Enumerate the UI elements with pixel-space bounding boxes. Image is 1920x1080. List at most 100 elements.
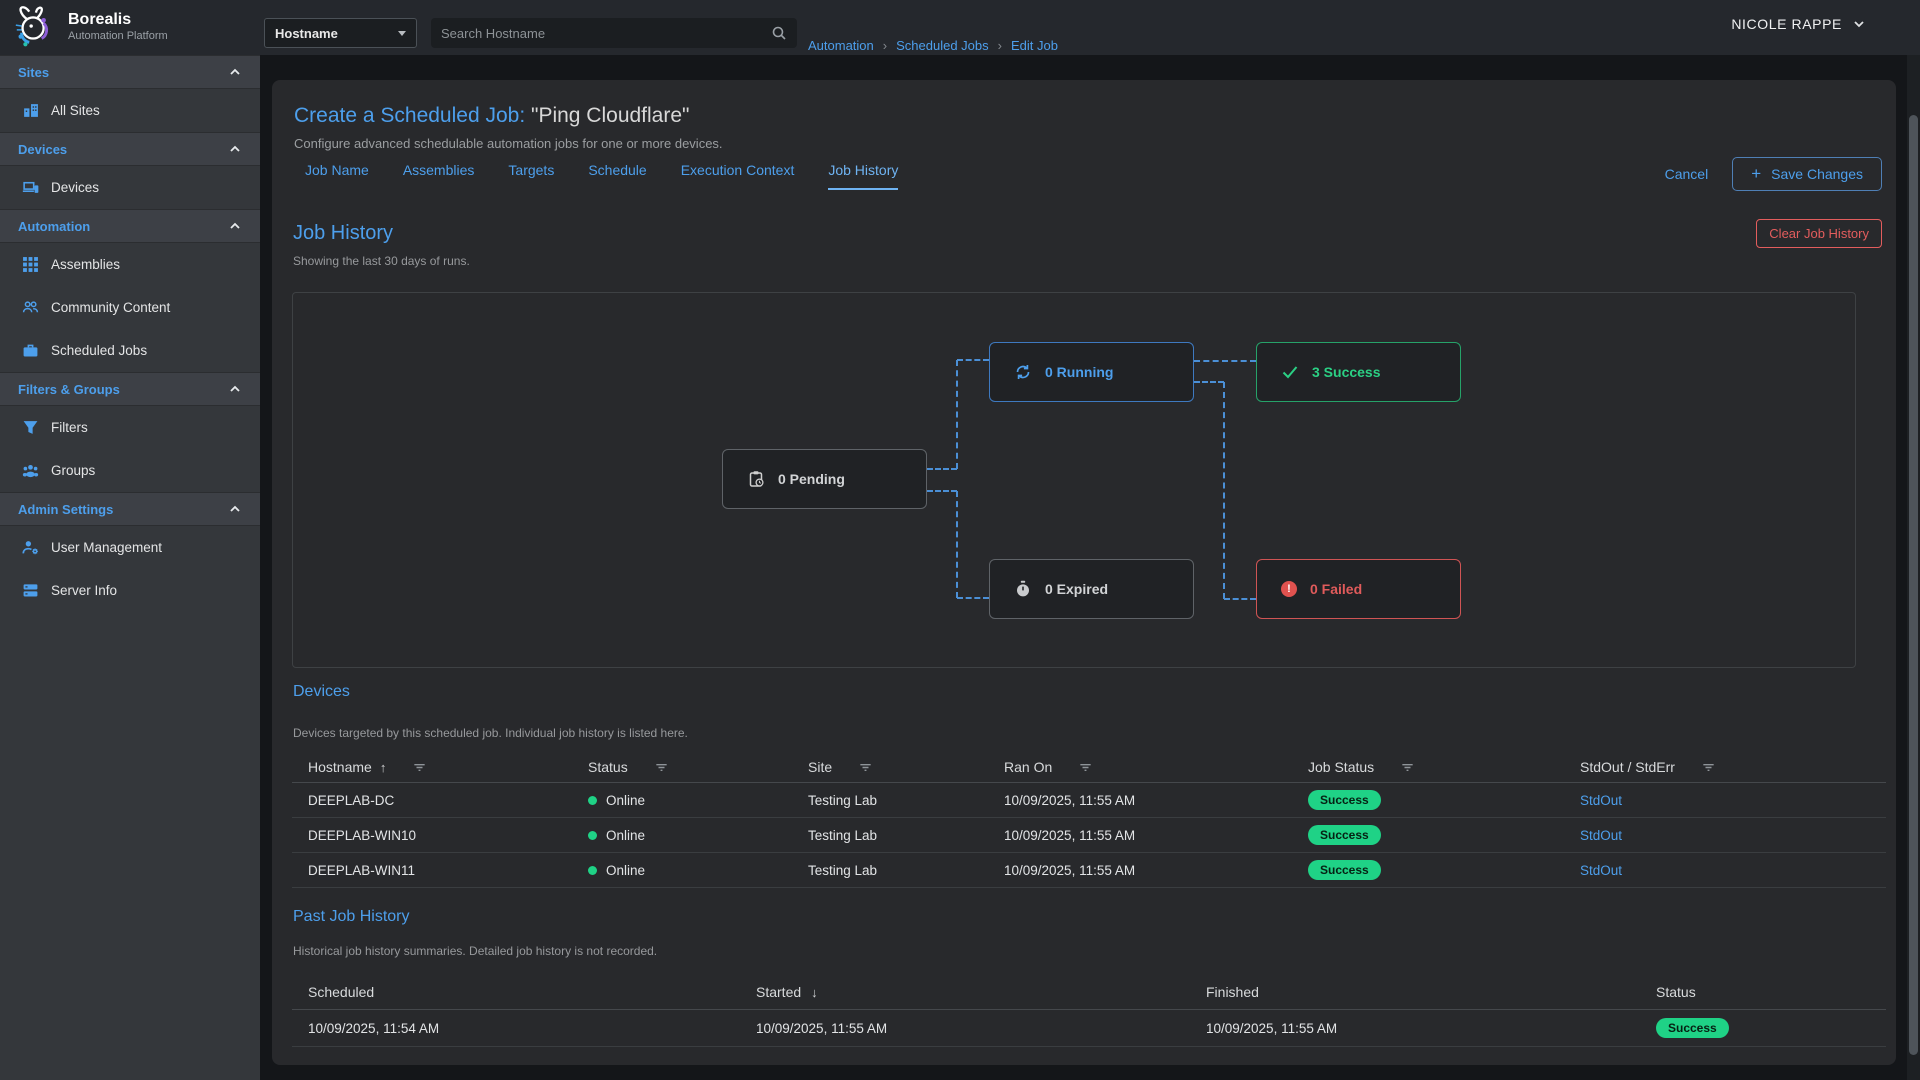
job-status-cell: Success [1292,860,1564,880]
column-header-status[interactable]: Status [1640,984,1886,1000]
briefcase-icon [22,342,39,359]
column-header-started[interactable]: Started ↓ [740,984,1190,1000]
brand-tagline: Automation Platform [68,29,168,43]
past-job-row: 10/09/2025, 11:54 AM 10/09/2025, 11:55 A… [292,1010,1886,1047]
filter-icon[interactable] [1078,760,1093,775]
devices-heading: Devices [293,683,350,701]
ran-on-cell: 10/09/2025, 11:55 AM [988,828,1292,843]
scrollbar-track[interactable] [1907,55,1920,1080]
sidebar-item-server-info[interactable]: Server Info [0,569,260,612]
column-header-job-status[interactable]: Job Status [1292,759,1564,775]
clear-job-history-button[interactable]: Clear Job History [1756,219,1882,248]
column-header-site[interactable]: Site [792,759,988,775]
sidebar-item-community-content[interactable]: Community Content [0,286,260,329]
stdout-link[interactable]: StdOut [1580,793,1622,808]
caret-down-icon [398,31,406,36]
stdout-link[interactable]: StdOut [1580,863,1622,878]
sidebar-item-user-management[interactable]: User Management [0,526,260,569]
sidebar-item-label: Filters [51,420,88,435]
column-header-ran-on[interactable]: Ran On [988,759,1292,775]
filter-icon[interactable] [654,760,669,775]
filter-icon[interactable] [1400,760,1415,775]
past-job-history-heading: Past Job History [293,908,409,926]
hostname-cell: DEEPLAB-WIN11 [292,863,572,878]
chevron-up-icon [228,142,242,156]
device-row: DEEPLAB-DC Online Testing Lab 10/09/2025… [292,783,1886,818]
user-name: NICOLE RAPPE [1731,16,1842,32]
sidebar-section-filters-groups[interactable]: Filters & Groups [0,372,260,406]
flow-node-running: 0 Running [989,342,1194,402]
filter-icon[interactable] [858,760,873,775]
flow-connector [957,597,989,599]
cancel-button[interactable]: Cancel [1665,166,1709,182]
tab-execution-context[interactable]: Execution Context [681,162,795,190]
success-badge: Success [1656,1018,1729,1038]
save-changes-label: Save Changes [1771,166,1863,182]
sort-asc-icon: ↑ [380,760,387,775]
column-header-status[interactable]: Status [572,759,792,775]
column-header-finished[interactable]: Finished [1190,984,1640,1000]
device-row: DEEPLAB-WIN10 Online Testing Lab 10/09/2… [292,818,1886,853]
tab-targets[interactable]: Targets [508,162,554,190]
scheduled-cell: 10/09/2025, 11:54 AM [292,1021,740,1036]
sidebar-section-devices[interactable]: Devices [0,132,260,166]
sidebar-section-admin-settings[interactable]: Admin Settings [0,492,260,526]
breadcrumb-scheduled-jobs[interactable]: Scheduled Jobs [896,38,989,53]
breadcrumb-separator: › [998,38,1002,53]
sidebar: Sites All Sites Devices Devices Automati… [0,55,260,1080]
site-cell: Testing Lab [792,863,988,878]
past-job-history-table: Scheduled Started ↓ Finished Status 10/0… [292,975,1886,1047]
started-cell: 10/09/2025, 11:55 AM [740,1021,1190,1036]
sidebar-section-automation[interactable]: Automation [0,209,260,243]
sidebar-item-all-sites[interactable]: All Sites [0,89,260,132]
tab-job-history[interactable]: Job History [828,162,898,190]
breadcrumb-edit-job[interactable]: Edit Job [1011,38,1058,53]
filter-icon[interactable] [412,760,427,775]
brand-name: Borealis [68,11,168,29]
flow-connector [957,359,989,361]
save-changes-button[interactable]: + Save Changes [1732,157,1882,191]
filter-icon[interactable] [1701,760,1716,775]
hostname-cell: DEEPLAB-WIN10 [292,828,572,843]
breadcrumb-automation[interactable]: Automation [808,38,874,53]
past-job-history-subheading: Historical job history summaries. Detail… [293,944,657,958]
sidebar-item-label: Groups [51,463,95,478]
main-area: Create a Scheduled Job: "Ping Cloudflare… [260,55,1920,1080]
sidebar-item-devices[interactable]: Devices [0,166,260,209]
search-icon [771,25,787,41]
job-status-cell: Success [1292,790,1564,810]
column-header-hostname[interactable]: Hostname ↑ [292,759,572,775]
sidebar-item-groups[interactable]: Groups [0,449,260,492]
scrollbar-thumb[interactable] [1909,115,1918,1055]
sidebar-item-scheduled-jobs[interactable]: Scheduled Jobs [0,329,260,372]
column-header-scheduled[interactable]: Scheduled [292,984,740,1000]
success-badge: Success [1308,860,1381,880]
tab-assemblies[interactable]: Assemblies [403,162,475,190]
tab-schedule[interactable]: Schedule [588,162,646,190]
page-title-prefix: Create a Scheduled Job: [294,104,525,127]
sidebar-item-filters[interactable]: Filters [0,406,260,449]
chevron-down-icon [1852,17,1866,31]
flow-connector [1223,382,1225,599]
flow-connector [927,490,957,492]
flow-node-success: 3 Success [1256,342,1461,402]
sidebar-item-assemblies[interactable]: Assemblies [0,243,260,286]
search-bar[interactable] [431,18,797,48]
section-title: Devices [18,142,67,157]
column-header-stdout-stderr[interactable]: StdOut / StdErr [1564,759,1886,775]
page-title-job-name: "Ping Cloudflare" [525,104,689,127]
hostname-filter-select[interactable]: Hostname [264,18,417,48]
job-history-subheading: Showing the last 30 days of runs. [293,254,470,268]
tab-job-name[interactable]: Job Name [305,162,369,190]
site-cell: Testing Lab [792,828,988,843]
stdout-link[interactable]: StdOut [1580,828,1622,843]
sidebar-section-sites[interactable]: Sites [0,55,260,89]
search-input[interactable] [441,26,751,41]
section-title: Automation [18,219,90,234]
user-menu[interactable]: NICOLE RAPPE [1731,16,1866,32]
grid-icon [22,256,39,273]
hostname-filter-label: Hostname [275,26,338,41]
status-cell: Online [572,863,792,878]
flow-node-label: 0 Pending [778,471,845,487]
sidebar-item-label: Devices [51,180,99,195]
